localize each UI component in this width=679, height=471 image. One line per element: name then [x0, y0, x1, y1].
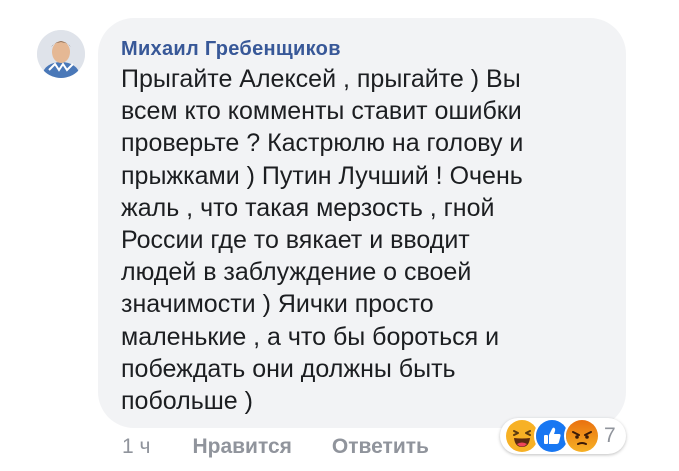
reply-link[interactable]: Ответить	[332, 435, 429, 459]
reactions-count: 7	[604, 424, 616, 447]
comment-bubble: Михаил Гребенщиков Прыгайте Алексей , пр…	[98, 18, 626, 428]
comment-timestamp[interactable]: 1 ч	[122, 435, 150, 459]
comment-author-name[interactable]: Михаил Гребенщиков	[121, 37, 604, 61]
angry-icon	[564, 418, 600, 454]
like-link[interactable]: Нравится	[192, 435, 291, 459]
reactions-summary[interactable]: 7	[500, 418, 626, 454]
author-avatar[interactable]	[37, 30, 85, 78]
comment-actions: 1 ч Нравится Ответить	[122, 433, 429, 461]
comment-text: Прыгайте Алексей , прыгайте ) Вы всем кт…	[121, 65, 524, 416]
